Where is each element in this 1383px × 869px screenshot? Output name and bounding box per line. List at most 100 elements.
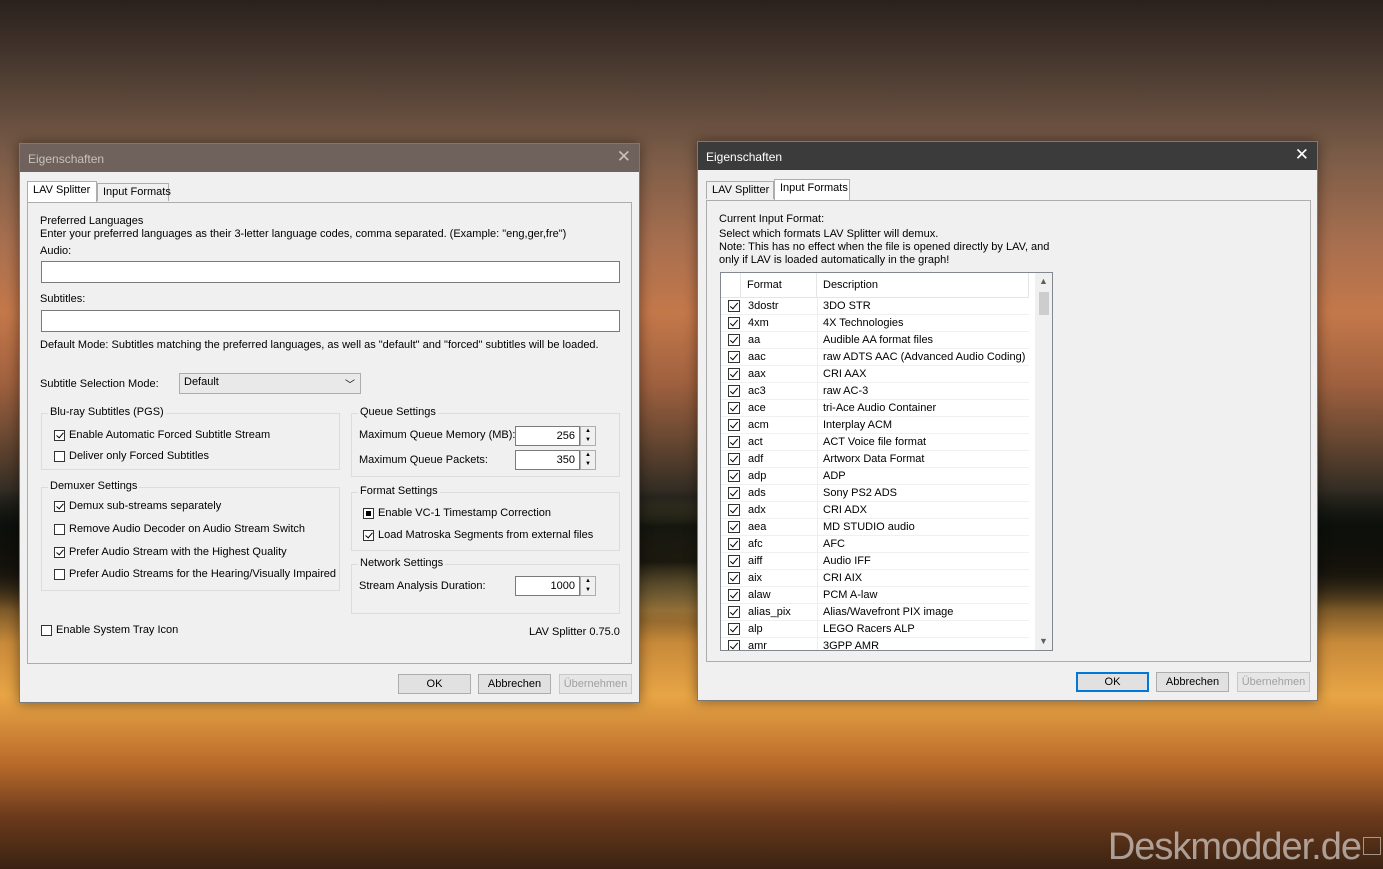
matroska-segments-checkbox[interactable]: Load Matroska Segments from external fil…	[363, 529, 593, 541]
list-item[interactable]: acm Interplay ACM	[721, 417, 1029, 434]
list-item[interactable]: adx CRI ADX	[721, 502, 1029, 519]
queue-memory-spinner[interactable]: 256 ▲ ▼	[515, 426, 596, 446]
list-item[interactable]: aea MD STUDIO audio	[721, 519, 1029, 536]
row-checkbox[interactable]	[728, 487, 740, 499]
row-checkbox[interactable]	[728, 521, 740, 533]
list-item[interactable]: 3dostr 3DO STR	[721, 298, 1029, 315]
row-checkbox[interactable]	[728, 368, 740, 380]
subtitle-selection-mode-dropdown[interactable]: Default ﹀	[179, 373, 361, 394]
vertical-scrollbar[interactable]: ▲ ▼	[1035, 273, 1052, 650]
row-checkbox[interactable]	[728, 453, 740, 465]
list-item[interactable]: adf Artworx Data Format	[721, 451, 1029, 468]
row-checkbox[interactable]	[728, 555, 740, 567]
checkbox-box[interactable]	[54, 500, 65, 512]
row-checkbox[interactable]	[728, 351, 740, 363]
demux-substreams-checkbox[interactable]: Demux sub-streams separately	[54, 500, 221, 512]
list-item[interactable]: amr 3GPP AMR	[721, 638, 1029, 650]
list-item[interactable]: 4xm 4X Technologies	[721, 315, 1029, 332]
version-label: LAV Splitter 0.75.0	[529, 626, 620, 638]
scroll-down-icon[interactable]: ▼	[1035, 633, 1052, 650]
list-item[interactable]: ads Sony PS2 ADS	[721, 485, 1029, 502]
scroll-thumb[interactable]	[1039, 292, 1049, 315]
row-checkbox[interactable]	[728, 419, 740, 431]
row-checkbox[interactable]	[728, 623, 740, 635]
column-header-checkbox[interactable]	[721, 273, 741, 297]
format-cell: aa	[748, 334, 761, 346]
row-checkbox[interactable]	[728, 317, 740, 329]
queue-packets-value[interactable]: 350	[515, 450, 580, 470]
stream-analysis-spinner[interactable]: 1000 ▲ ▼	[515, 576, 596, 596]
list-item[interactable]: aa Audible AA format files	[721, 332, 1029, 349]
cancel-button[interactable]: Abbrechen	[1156, 672, 1229, 692]
row-checkbox[interactable]	[728, 640, 740, 650]
ok-button[interactable]: OK	[398, 674, 471, 694]
format-settings-group: Format Settings	[351, 485, 620, 551]
subtitles-input[interactable]	[41, 310, 620, 332]
list-item[interactable]: aac raw ADTS AAC (Advanced Audio Coding)	[721, 349, 1029, 366]
row-checkbox[interactable]	[728, 300, 740, 312]
prefer-impaired-streams-checkbox[interactable]: Prefer Audio Streams for the Hearing/Vis…	[54, 568, 336, 580]
row-checkbox[interactable]	[728, 572, 740, 584]
tab-lav-splitter[interactable]: LAV Splitter	[706, 181, 774, 199]
column-header-format[interactable]: Format	[741, 273, 817, 297]
title-bar[interactable]: Eigenschaften ✕	[20, 144, 639, 172]
checkbox-box[interactable]	[363, 507, 374, 519]
row-checkbox[interactable]	[728, 334, 740, 346]
queue-packets-spinner[interactable]: 350 ▲ ▼	[515, 450, 596, 470]
column-header-description[interactable]: Description	[817, 273, 1029, 297]
title-bar[interactable]: Eigenschaften ✕	[698, 142, 1317, 170]
description-cell: ACT Voice file format	[823, 436, 927, 448]
vc1-timestamp-checkbox[interactable]: Enable VC-1 Timestamp Correction	[363, 507, 551, 519]
audio-input[interactable]	[41, 261, 620, 283]
ok-button[interactable]: OK	[1076, 672, 1149, 692]
queue-memory-value[interactable]: 256	[515, 426, 580, 446]
tab-input-formats[interactable]: Input Formats	[97, 183, 171, 201]
row-checkbox[interactable]	[728, 589, 740, 601]
row-checkbox[interactable]	[728, 538, 740, 550]
tab-input-formats[interactable]: Input Formats	[774, 179, 850, 200]
list-item[interactable]: afc AFC	[721, 536, 1029, 553]
system-tray-checkbox[interactable]: Enable System Tray Icon	[41, 624, 178, 636]
checkbox-box[interactable]	[54, 546, 65, 558]
checkbox-box[interactable]	[54, 429, 65, 441]
row-checkbox[interactable]	[728, 606, 740, 618]
row-checkbox[interactable]	[728, 402, 740, 414]
list-item[interactable]: act ACT Voice file format	[721, 434, 1029, 451]
list-item[interactable]: adp ADP	[721, 468, 1029, 485]
prefer-highest-quality-checkbox[interactable]: Prefer Audio Stream with the Highest Qua…	[54, 546, 287, 558]
apply-button[interactable]: Übernehmen	[1237, 672, 1310, 692]
list-item[interactable]: ace tri-Ace Audio Container	[721, 400, 1029, 417]
cancel-button[interactable]: Abbrechen	[478, 674, 551, 694]
spin-arrows[interactable]: ▲ ▼	[580, 426, 596, 446]
row-checkbox[interactable]	[728, 385, 740, 397]
formats-list[interactable]: Format Description 3dostr 3DO STR 4xm 4X Te…	[720, 272, 1053, 651]
remove-audio-decoder-checkbox[interactable]: Remove Audio Decoder on Audio Stream Swi…	[54, 523, 305, 535]
list-item[interactable]: aiff Audio IFF	[721, 553, 1029, 570]
checkbox-box[interactable]	[363, 529, 374, 541]
list-item[interactable]: ac3 raw AC-3	[721, 383, 1029, 400]
checkbox-box[interactable]	[41, 624, 52, 636]
list-item[interactable]: aax CRI AAX	[721, 366, 1029, 383]
watermark-icon	[1363, 837, 1381, 855]
list-item[interactable]: alaw PCM A-law	[721, 587, 1029, 604]
list-item[interactable]: aix CRI AIX	[721, 570, 1029, 587]
checkbox-box[interactable]	[54, 568, 65, 580]
checkbox-box[interactable]	[54, 450, 65, 462]
scroll-up-icon[interactable]: ▲	[1035, 273, 1052, 290]
tab-lav-splitter[interactable]: LAV Splitter	[27, 181, 97, 202]
apply-button[interactable]: Übernehmen	[559, 674, 632, 694]
checkbox-box[interactable]	[54, 523, 65, 535]
list-item[interactable]: alp LEGO Racers ALP	[721, 621, 1029, 638]
spin-arrows[interactable]: ▲ ▼	[580, 450, 596, 470]
close-icon[interactable]: ✕	[617, 148, 631, 166]
deliver-only-forced-checkbox[interactable]: Deliver only Forced Subtitles	[54, 450, 209, 462]
row-checkbox[interactable]	[728, 470, 740, 482]
stream-analysis-value[interactable]: 1000	[515, 576, 580, 596]
column-separator	[817, 587, 818, 604]
row-checkbox[interactable]	[728, 436, 740, 448]
row-checkbox[interactable]	[728, 504, 740, 516]
spin-arrows[interactable]: ▲ ▼	[580, 576, 596, 596]
enable-forced-subtitle-checkbox[interactable]: Enable Automatic Forced Subtitle Stream	[54, 429, 270, 441]
list-item[interactable]: alias_pix Alias/Wavefront PIX image	[721, 604, 1029, 621]
close-icon[interactable]: ✕	[1295, 146, 1309, 164]
